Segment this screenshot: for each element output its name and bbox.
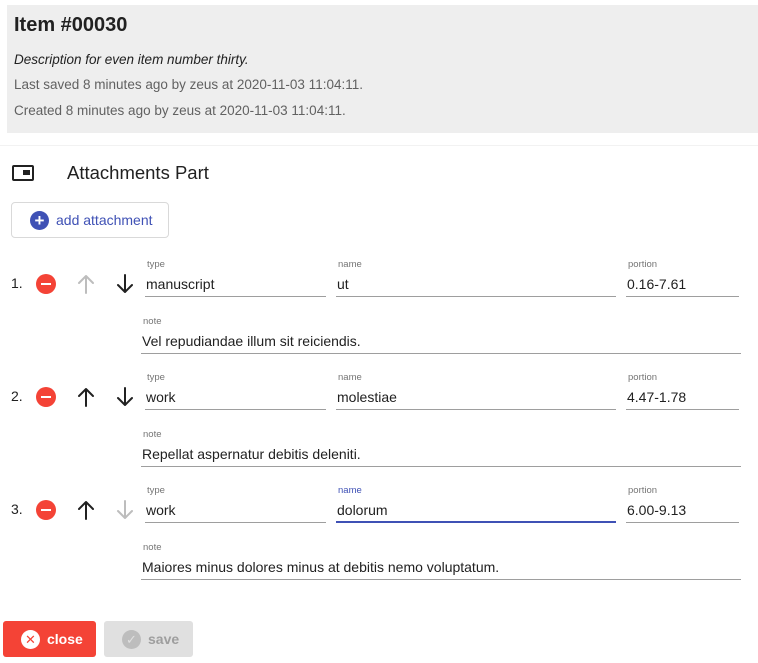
remove-attachment-icon[interactable] (36, 274, 56, 294)
name-label: name (338, 259, 362, 270)
page-title: Item #00030 (14, 14, 128, 36)
remove-attachment-icon[interactable] (36, 387, 56, 407)
portion-label: portion (628, 372, 658, 383)
move-down-icon[interactable] (115, 386, 135, 408)
close-label: close (47, 631, 83, 647)
move-up-icon[interactable] (76, 273, 96, 295)
type-label: type (147, 485, 165, 496)
portion-label: portion (628, 485, 658, 496)
note-label: note (143, 316, 162, 327)
move-up-icon[interactable] (76, 499, 96, 521)
type-value: work (146, 502, 176, 518)
name-value: dolorum (337, 502, 388, 518)
name-field[interactable]: name molestiae (336, 372, 616, 410)
type-label: type (147, 259, 165, 270)
save-label: save (148, 631, 180, 647)
note-label: note (143, 429, 162, 440)
portion-value: 4.47-1.78 (627, 389, 687, 405)
move-down-icon[interactable] (115, 273, 135, 295)
name-field[interactable]: name dolorum (336, 485, 616, 523)
portion-field[interactable]: portion 4.47-1.78 (626, 372, 739, 410)
attachment-row: 2. type work name molestiae portion 4.47… (0, 370, 758, 480)
attachment-row: 1. type manuscript name ut portion 0.16-… (0, 257, 758, 367)
header-divider (0, 145, 758, 146)
note-value: Repellat aspernatur debitis deleniti. (142, 446, 361, 462)
type-label: type (147, 372, 165, 383)
portion-field[interactable]: portion 0.16-7.61 (626, 259, 739, 297)
row-index: 3. (11, 501, 23, 517)
item-description: Description for even item number thirty. (14, 52, 249, 67)
row-index: 1. (11, 275, 23, 291)
portion-value: 6.00-9.13 (627, 502, 687, 518)
attachment-part-icon (12, 165, 34, 181)
name-field[interactable]: name ut (336, 259, 616, 297)
portion-value: 0.16-7.61 (627, 276, 687, 292)
type-field[interactable]: type work (145, 485, 326, 523)
name-value: ut (337, 276, 349, 292)
close-circle-icon: ✕ (21, 629, 40, 649)
name-label: name (338, 485, 362, 496)
save-button[interactable]: ✓ save (104, 621, 193, 657)
attachment-row: 3. type work name dolorum portion 6.00-9… (0, 483, 758, 593)
part-title: Attachments Part (67, 162, 209, 183)
row-index: 2. (11, 388, 23, 404)
note-field[interactable]: note Repellat aspernatur debitis delenit… (141, 429, 741, 467)
type-field[interactable]: type manuscript (145, 259, 326, 297)
portion-label: portion (628, 259, 658, 270)
add-circle-icon: + (30, 210, 49, 230)
note-field[interactable]: note Vel repudiandae illum sit reiciendi… (141, 316, 741, 354)
type-field[interactable]: type work (145, 372, 326, 410)
move-up-icon[interactable] (76, 386, 96, 408)
add-attachment-button[interactable]: + add attachment (11, 202, 169, 238)
note-field[interactable]: note Maiores minus dolores minus at debi… (141, 542, 741, 580)
add-attachment-label: add attachment (56, 212, 153, 228)
item-header: Item #00030 Description for even item nu… (7, 5, 758, 133)
check-circle-icon: ✓ (122, 629, 141, 649)
move-down-icon[interactable] (115, 499, 135, 521)
type-value: manuscript (146, 276, 215, 292)
name-label: name (338, 372, 362, 383)
close-button[interactable]: ✕ close (3, 621, 96, 657)
created-info: Created 8 minutes ago by zeus at 2020-11… (14, 103, 346, 118)
portion-field[interactable]: portion 6.00-9.13 (626, 485, 739, 523)
note-label: note (143, 542, 162, 553)
note-value: Maiores minus dolores minus at debitis n… (142, 559, 500, 575)
note-value: Vel repudiandae illum sit reiciendis. (142, 333, 361, 349)
type-value: work (146, 389, 176, 405)
name-value: molestiae (337, 389, 397, 405)
remove-attachment-icon[interactable] (36, 500, 56, 520)
last-saved-info: Last saved 8 minutes ago by zeus at 2020… (14, 77, 363, 92)
